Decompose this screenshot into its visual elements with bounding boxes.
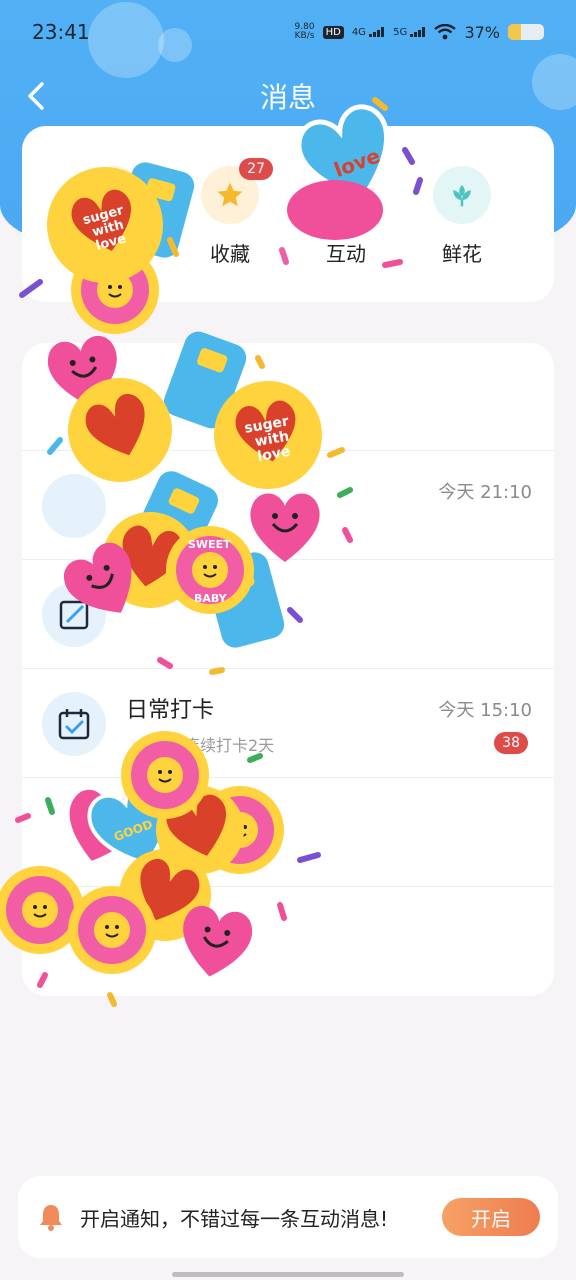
- quick-actions-card: 27 收藏 互动 鲜花: [22, 126, 554, 302]
- bell-icon: [85, 166, 143, 224]
- message-list: 今天 21:10 日常打卡 今天 15:10 连续打卡2天 38: [22, 343, 554, 996]
- message-subtitle: 连续打卡2天: [184, 736, 275, 755]
- message-row[interactable]: [22, 888, 554, 996]
- chevron-left-icon: [28, 82, 44, 110]
- message-row-checkin[interactable]: 日常打卡 今天 15:10 连续打卡2天 38: [22, 670, 554, 778]
- unread-badge: 38: [494, 732, 528, 754]
- battery-icon: [508, 24, 544, 40]
- net-speed-unit: KB/s: [294, 31, 315, 41]
- flower-icon: [453, 185, 471, 207]
- home-indicator: [172, 1272, 404, 1277]
- comment-icon: [317, 166, 375, 224]
- quick-action-bell[interactable]: [54, 166, 174, 238]
- message-time: 今天 21:10: [438, 482, 532, 503]
- message-time: 今天 15:10: [438, 700, 532, 721]
- battery-fill: [508, 24, 522, 40]
- net-5g-label: 5G: [393, 26, 408, 38]
- status-time: 23:41: [32, 20, 90, 44]
- bell-icon: [40, 1205, 62, 1231]
- message-row[interactable]: [22, 561, 554, 669]
- favorites-badge: 27: [239, 158, 273, 180]
- signal-4g-icon: 4G: [351, 26, 385, 38]
- net-4g-label: 4G: [351, 26, 366, 38]
- wifi-icon: [434, 24, 457, 40]
- quick-action-favorites[interactable]: 27 收藏: [170, 158, 290, 267]
- edit-icon: [42, 583, 106, 647]
- quick-action-flowers[interactable]: 鲜花: [402, 166, 522, 267]
- message-row[interactable]: [22, 343, 554, 451]
- star-icon: [217, 182, 243, 207]
- status-icons: 9.80 KB/s HD 4G 5G 37%: [295, 23, 544, 42]
- hd-icon: HD: [322, 25, 344, 39]
- quick-action-label: 鲜花: [442, 242, 482, 266]
- calendar-check-icon: [42, 692, 106, 756]
- back-button[interactable]: [18, 78, 54, 114]
- flower-icon-wrap: [433, 166, 491, 224]
- message-icon: [42, 474, 106, 538]
- message-row[interactable]: [22, 779, 554, 887]
- status-bar: 23:41 9.80 KB/s HD 4G 5G 37%: [0, 0, 576, 64]
- notification-prompt-text: 开启通知，不错过每一条互动消息!: [80, 1206, 389, 1231]
- signal-5g-icon: 5G: [393, 26, 426, 38]
- quick-action-label: 互动: [326, 242, 366, 266]
- message-row[interactable]: 今天 21:10: [22, 452, 554, 560]
- favorites-icon-wrap: 27: [201, 158, 273, 224]
- enable-notification-button[interactable]: 开启: [442, 1198, 540, 1236]
- message-title: 日常打卡: [126, 698, 215, 723]
- nav-bar: 消息: [0, 64, 576, 128]
- page-title: 消息: [259, 81, 316, 114]
- battery-percent: 37%: [464, 22, 500, 42]
- notification-prompt: 开启通知，不错过每一条互动消息! 开启: [18, 1176, 558, 1258]
- net-speed: 9.80 KB/s: [295, 23, 315, 41]
- quick-action-interact[interactable]: 互动: [286, 166, 406, 267]
- quick-action-label: 收藏: [210, 242, 250, 266]
